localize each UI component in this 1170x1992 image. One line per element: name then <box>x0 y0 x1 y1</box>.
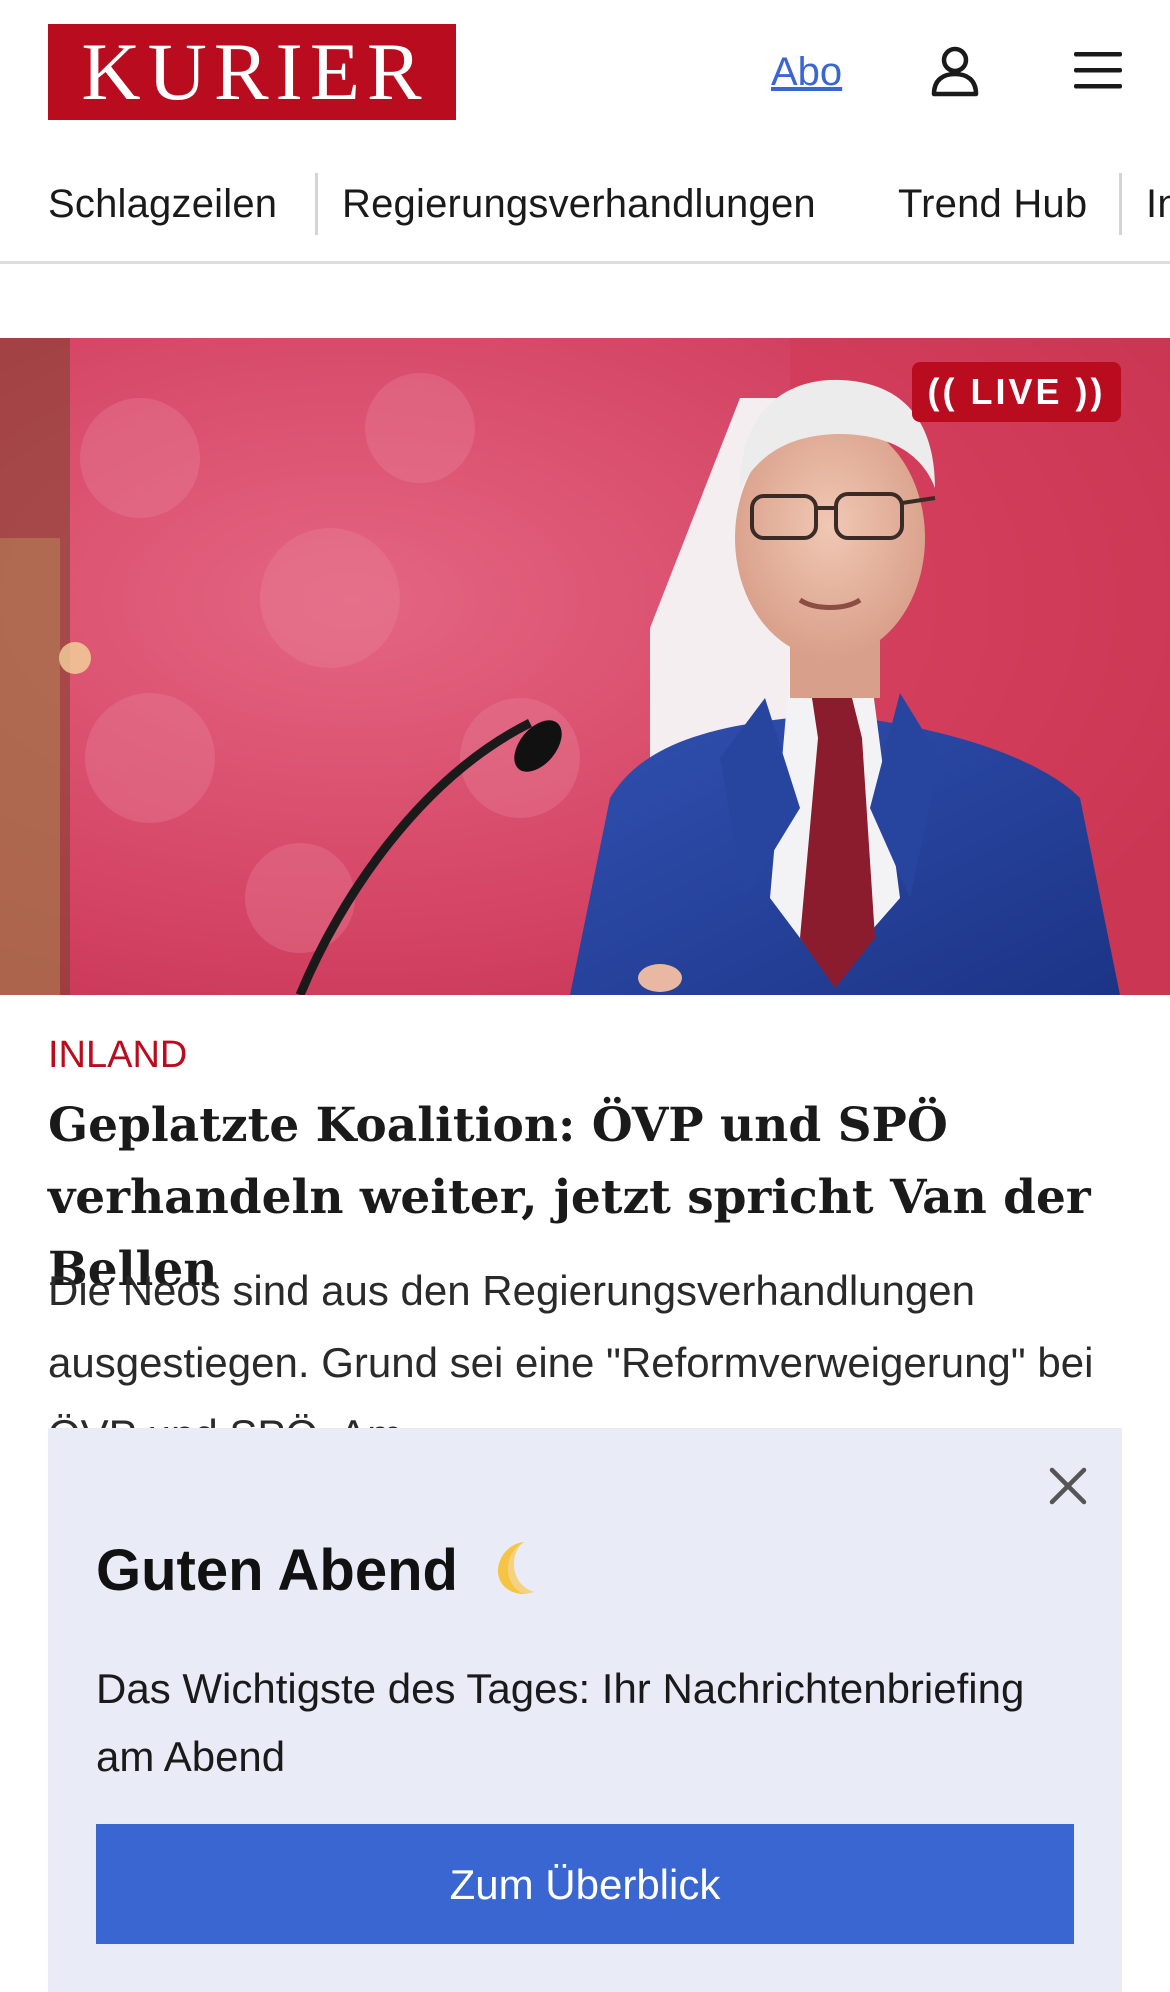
live-badge: (( LIVE )) <box>912 362 1121 422</box>
user-icon <box>931 46 979 97</box>
live-signal-left-icon: (( <box>927 371 958 412</box>
section-nav: Schlagzeilen Regierungsverhandlungen Tre… <box>0 145 1170 264</box>
account-button[interactable] <box>925 40 985 100</box>
article-kicker[interactable]: INLAND <box>48 1033 187 1077</box>
popup-text: Das Wichtigste des Tages: Ihr Nachrichte… <box>96 1665 1025 1780</box>
close-icon <box>1049 1467 1087 1505</box>
menu-button[interactable] <box>1068 40 1128 100</box>
nav-item-inland[interactable]: In <box>1146 180 1170 228</box>
nav-item-schlagzeilen[interactable]: Schlagzeilen <box>48 180 277 228</box>
kurier-logo[interactable]: KURIER <box>48 24 456 120</box>
hero-image[interactable] <box>0 338 1170 995</box>
live-badge-label: LIVE <box>970 371 1063 412</box>
nav-divider <box>1119 173 1122 235</box>
moon-icon <box>484 1536 546 1613</box>
nav-item-regierungsverhandlungen[interactable]: Regierungsverhandlungen <box>342 180 816 228</box>
menu-icon <box>1074 52 1122 89</box>
nav-divider <box>315 173 318 235</box>
nav-item-trend-hub[interactable]: Trend Hub <box>898 180 1087 228</box>
site-header: KURIER Abo <box>0 0 1170 145</box>
popup-title-text: Guten Abend <box>96 1537 458 1603</box>
hero-photo <box>0 338 1170 995</box>
live-signal-right-icon: )) <box>1075 371 1106 412</box>
close-popup-button[interactable] <box>1040 1458 1096 1514</box>
zum-ueberblick-button[interactable]: Zum Überblick <box>96 1824 1074 1944</box>
abo-link[interactable]: Abo <box>771 48 842 96</box>
popup-title: Guten Abend <box>96 1536 546 1613</box>
